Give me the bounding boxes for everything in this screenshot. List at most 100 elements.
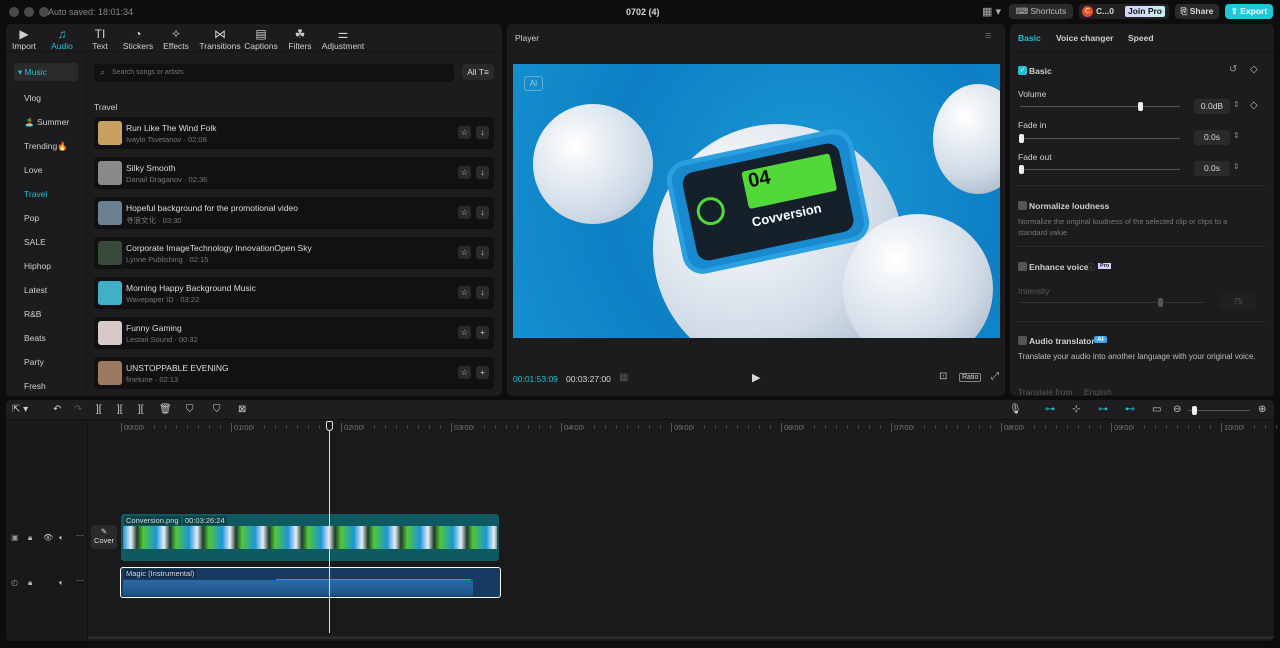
fade-out-handle[interactable] <box>1019 165 1024 174</box>
playhead[interactable] <box>329 421 330 633</box>
fade-in-stepper[interactable]: ⇕ <box>1233 131 1240 140</box>
auto-snap-icon[interactable]: ⊹ <box>1072 404 1080 415</box>
fade-out-stepper[interactable]: ⇕ <box>1233 162 1240 171</box>
song-item[interactable]: Morning Happy Background Music Wavepaper… <box>94 277 494 309</box>
add-icon[interactable]: + <box>476 326 489 339</box>
category-item[interactable]: Pop <box>24 213 39 223</box>
song-item[interactable]: Corporate ImageTechnology InnovationOpen… <box>94 237 494 269</box>
tab-effects[interactable]: ✧ Effects <box>156 27 196 51</box>
category-item[interactable]: Party <box>24 357 44 367</box>
fade-in-input[interactable]: 0.0s <box>1194 130 1230 145</box>
category-item[interactable]: Love <box>24 165 42 175</box>
category-item[interactable]: SALE <box>24 237 46 247</box>
tab-captions[interactable]: ▤ Captions <box>241 27 281 51</box>
volume-keyframe-icon[interactable]: ◇ <box>1250 100 1258 111</box>
favorite-icon[interactable]: ☆ <box>458 286 471 299</box>
song-item[interactable]: Silky Smooth Danail Draganov · 02:36 ☆ ↓ <box>94 157 494 189</box>
timecode-grid-icon[interactable]: ▦ <box>619 372 628 383</box>
category-item[interactable]: Trending🔥 <box>24 141 68 152</box>
mute-icon[interactable]: 🔈︎ <box>59 533 64 543</box>
volume-stepper[interactable]: ⇕ <box>1233 100 1240 109</box>
enhance-voice-checkbox[interactable] <box>1018 262 1027 271</box>
basic-checkbox[interactable]: ✓ <box>1018 66 1027 75</box>
tab-stickers[interactable]: ◔ Stickers <box>118 27 158 51</box>
category-item[interactable]: Vlog <box>24 93 41 103</box>
download-icon[interactable]: ↓ <box>476 166 489 179</box>
intensity-input[interactable]: 75 <box>1220 294 1256 309</box>
language-select[interactable]: English <box>1084 387 1112 396</box>
tab-speed[interactable]: Speed <box>1128 33 1154 43</box>
tab-audio[interactable]: ♫ Audio <box>42 27 82 51</box>
download-icon[interactable]: ↓ <box>476 286 489 299</box>
category-item[interactable]: Beats <box>24 333 46 343</box>
tab-import[interactable]: ▶ Import <box>6 27 44 51</box>
tab-adjustment[interactable]: ⚌ Adjustment <box>320 27 366 51</box>
category-item[interactable]: R&B <box>24 309 41 319</box>
search-input[interactable]: ⌕ Search songs or artists <box>94 64 454 82</box>
split-right-icon[interactable]: ][ <box>138 404 144 415</box>
marker-icon[interactable]: ⛉ <box>213 404 221 415</box>
redo-icon[interactable]: ↷ <box>74 404 82 415</box>
category-item[interactable]: Latest <box>24 285 47 295</box>
fade-out-slider[interactable] <box>1020 169 1180 170</box>
favorite-icon[interactable]: ☆ <box>458 246 471 259</box>
visibility-icon[interactable]: 👁︎ <box>43 533 53 542</box>
undo-icon[interactable]: ↶ <box>53 404 61 415</box>
intensity-slider[interactable] <box>1020 302 1205 303</box>
add-icon[interactable]: + <box>476 366 489 379</box>
category-item[interactable]: 🏝️ Summer <box>24 117 69 128</box>
zoom-in-icon[interactable]: ⊕ <box>1258 404 1266 415</box>
filter-button[interactable]: All T≡ <box>462 64 494 80</box>
microphone-icon[interactable]: 🎙 <box>1009 404 1022 415</box>
favorite-icon[interactable]: ☆ <box>458 206 471 219</box>
tab-voice-changer[interactable]: Voice changer <box>1056 33 1113 43</box>
ratio-button[interactable]: Ratio <box>959 373 982 382</box>
split-left-icon[interactable]: ][ <box>117 404 123 415</box>
timeline-scrollbar[interactable] <box>88 636 1274 639</box>
song-item[interactable]: Funny Gaming Lestari Sound · 00:32 ☆ + <box>94 317 494 349</box>
minimize-window-button[interactable] <box>24 7 34 17</box>
split-icon[interactable]: ][ <box>96 404 102 415</box>
volume-slider-handle[interactable] <box>1138 102 1143 111</box>
crop-icon[interactable]: ⊠ <box>238 404 246 415</box>
fade-in-slider[interactable] <box>1020 138 1180 139</box>
song-item[interactable]: Run Like The Wind Folk Ivaylo Tsvetanov … <box>94 117 494 149</box>
export-button[interactable]: ⇪ Export <box>1225 4 1273 19</box>
volume-slider[interactable] <box>1020 106 1180 107</box>
favorite-icon[interactable]: ☆ <box>458 326 471 339</box>
tab-filters[interactable]: ☘ Filters <box>280 27 320 51</box>
tab-text[interactable]: TI Text <box>80 27 120 51</box>
fit-icon[interactable]: ⊡ <box>939 371 947 382</box>
category-item[interactable]: Fresh <box>24 381 46 391</box>
mute-icon[interactable]: 🔈︎ <box>59 578 64 588</box>
audio-translator-checkbox[interactable] <box>1018 336 1027 345</box>
join-pro-button[interactable]: Join Pro <box>1125 6 1166 17</box>
more-icon[interactable]: ··· <box>76 576 84 585</box>
play-button[interactable]: ▶ <box>752 371 760 384</box>
keyframe-icon[interactable]: ◇ <box>1250 64 1258 75</box>
layout-icon[interactable]: ▦ ▾ <box>982 5 1001 18</box>
share-button[interactable]: ⎘ Share <box>1175 4 1219 19</box>
tab-basic[interactable]: Basic <box>1018 33 1041 43</box>
marker-add-icon[interactable]: ⛉ <box>186 404 194 415</box>
cover-button[interactable]: ✎ Cover <box>91 525 117 549</box>
menu-icon[interactable]: ≡ <box>985 30 991 42</box>
song-item[interactable]: Hopeful background for the promotional v… <box>94 197 494 229</box>
volume-input[interactable]: 0.0dB <box>1194 99 1230 114</box>
lock-icon[interactable]: 🔒︎ <box>28 578 32 588</box>
download-icon[interactable]: ↓ <box>476 246 489 259</box>
favorite-icon[interactable]: ☆ <box>458 366 471 379</box>
fade-out-input[interactable]: 0.0s <box>1194 161 1230 176</box>
zoom-out-icon[interactable]: ⊖ <box>1173 404 1181 415</box>
category-item[interactable]: Hiphop <box>24 261 51 271</box>
favorite-icon[interactable]: ☆ <box>458 126 471 139</box>
zoom-slider[interactable] <box>1188 410 1250 411</box>
more-icon[interactable]: ··· <box>76 531 84 540</box>
reset-icon[interactable]: ↺ <box>1229 64 1237 75</box>
zoom-slider-handle[interactable] <box>1192 406 1197 415</box>
playhead-handle[interactable] <box>326 421 333 431</box>
song-item[interactable]: UNSTOPPABLE EVENING finetune · 02:13 ☆ + <box>94 357 494 389</box>
delete-icon[interactable]: 🗑 <box>159 404 172 415</box>
lock-icon[interactable]: 🔒︎ <box>28 533 32 543</box>
main-track-magnet-icon[interactable]: ⊶ <box>1045 404 1055 415</box>
